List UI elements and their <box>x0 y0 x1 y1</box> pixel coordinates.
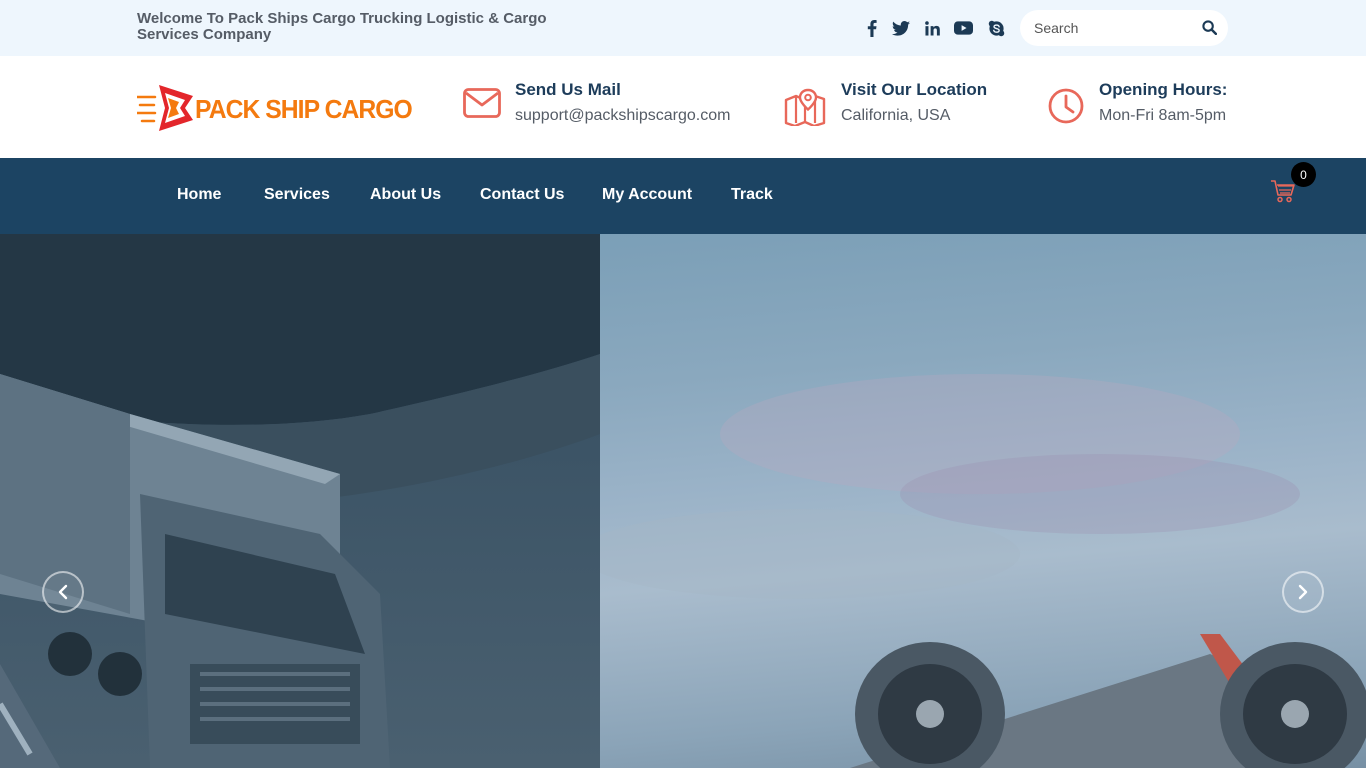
facebook-icon[interactable] <box>861 17 883 39</box>
chevron-right-icon <box>1298 584 1308 600</box>
cart-count-badge: 0 <box>1291 162 1316 187</box>
clock-icon <box>1048 88 1084 124</box>
skype-icon[interactable] <box>985 17 1007 39</box>
logo-text: PACK SHIP CARGO <box>195 94 413 124</box>
chevron-left-icon <box>58 584 68 600</box>
nav-about-us[interactable]: About Us <box>370 186 441 204</box>
twitter-icon[interactable] <box>890 17 912 39</box>
top-bar: Welcome To Pack Ships Cargo Trucking Log… <box>0 0 1366 56</box>
header: PACK SHIP CARGO Send Us Mail support@pac… <box>0 56 1366 158</box>
nav-my-account[interactable]: My Account <box>602 186 692 204</box>
mail-title: Send Us Mail <box>515 80 621 99</box>
search-box <box>1020 10 1228 46</box>
welcome-text: Welcome To Pack Ships Cargo Trucking Log… <box>137 10 547 43</box>
youtube-icon[interactable] <box>952 17 974 39</box>
mail-address[interactable]: support@packshipscargo.com <box>515 107 730 125</box>
mail-icon <box>463 88 501 118</box>
cart-button[interactable]: 0 <box>1270 162 1316 208</box>
nav-track[interactable]: Track <box>731 186 773 204</box>
location-title: Visit Our Location <box>841 80 988 99</box>
airplane-image <box>600 234 1366 768</box>
logo-arrow-icon <box>137 85 193 131</box>
hours-text: Mon-Fri 8am-5pm <box>1099 107 1227 124</box>
map-icon <box>784 88 826 126</box>
hours-title: Opening Hours: <box>1099 80 1228 99</box>
linkedin-icon[interactable] <box>921 17 943 39</box>
nav-contact-us[interactable]: Contact Us <box>480 186 564 204</box>
logo[interactable]: PACK SHIP CARGO <box>137 83 413 133</box>
slider-next-button[interactable] <box>1282 571 1324 613</box>
truck-image <box>0 234 600 768</box>
hero-slider <box>0 234 1366 768</box>
search-icon[interactable] <box>1202 20 1218 36</box>
slider-prev-button[interactable] <box>42 571 84 613</box>
nav-home[interactable]: Home <box>177 186 221 204</box>
main-nav: Home Services About Us Contact Us My Acc… <box>0 158 1366 234</box>
location-text: California, USA <box>841 107 951 124</box>
nav-services[interactable]: Services <box>264 186 330 204</box>
search-input[interactable] <box>1034 18 1194 38</box>
cart-icon <box>1271 180 1295 203</box>
